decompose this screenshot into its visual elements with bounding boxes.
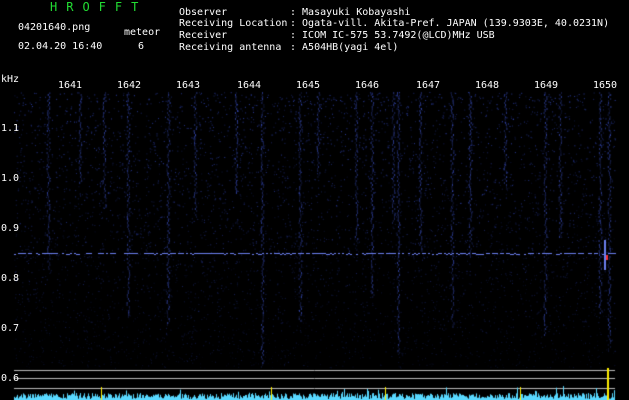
- antenna-value: : A504HB(yagi 4el): [290, 42, 399, 53]
- meteor-count: 6: [138, 41, 145, 52]
- x-tick: 1641: [58, 80, 83, 91]
- meteor-label: meteor: [124, 27, 161, 38]
- antenna-label: Receiving antenna: [179, 42, 282, 53]
- y-tick: 1.0: [1, 173, 20, 184]
- receiver-value: : ICOM IC-575 53.7492(@LCD)MHz USB: [290, 30, 495, 41]
- y-tick: 0.9: [1, 223, 20, 234]
- x-tick: 1650: [593, 80, 618, 91]
- capture-datetime: 02.04.20 16:40: [18, 41, 103, 52]
- observer-value: : Masayuki Kobayashi: [290, 7, 411, 18]
- x-tick: 1644: [237, 80, 262, 91]
- y-axis-unit: kHz: [1, 74, 20, 85]
- spectrogram-plot: [0, 0, 629, 400]
- x-tick: 1648: [475, 80, 500, 91]
- x-tick: 1646: [355, 80, 380, 91]
- x-tick: 1642: [117, 80, 142, 91]
- x-tick: 1643: [176, 80, 201, 91]
- receiver-label: Receiver: [179, 30, 228, 41]
- x-tick: 1649: [534, 80, 559, 91]
- file-name: 04201640.png: [18, 22, 91, 33]
- y-tick: 0.7: [1, 323, 20, 334]
- observer-label: Observer: [179, 7, 228, 18]
- app-brand: HROFFT: [50, 0, 148, 14]
- location-value: : Ogata-vill. Akita-Pref. JAPAN (139.930…: [290, 18, 610, 29]
- x-tick: 1647: [416, 80, 441, 91]
- location-label: Receiving Location: [179, 18, 288, 29]
- y-tick: 0.8: [1, 273, 20, 284]
- y-tick: 1.1: [1, 123, 20, 134]
- x-tick: 1645: [296, 80, 321, 91]
- y-tick: 0.6: [1, 373, 20, 384]
